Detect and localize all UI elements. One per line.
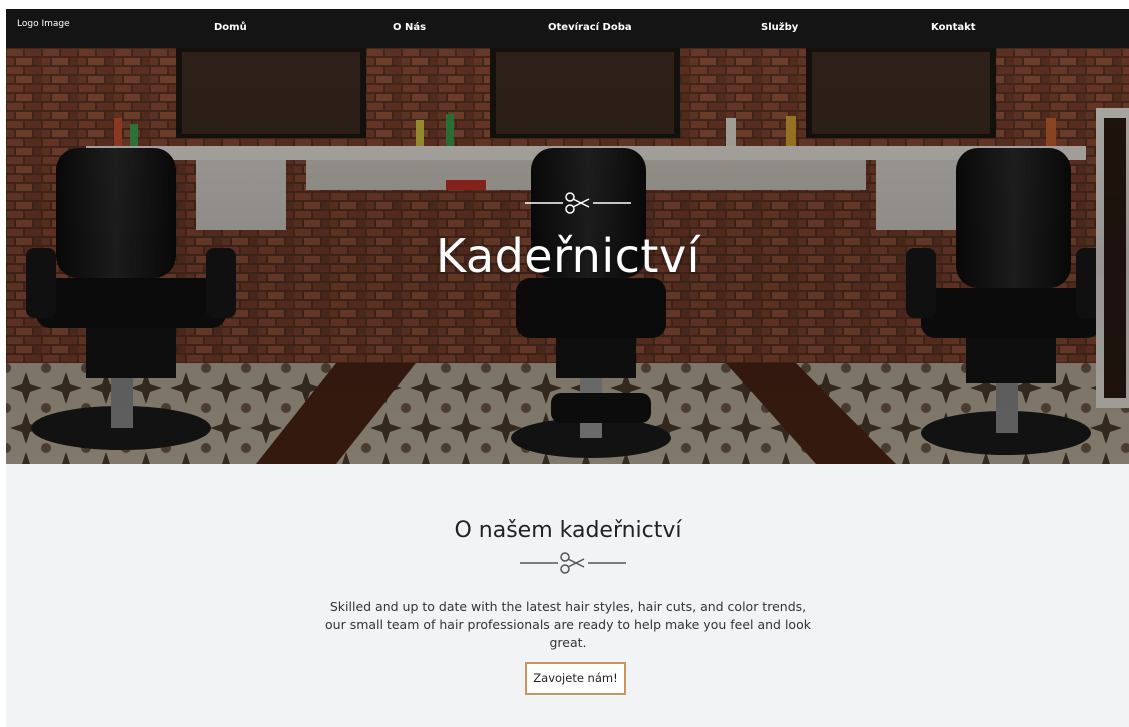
about-description: Skilled and up to date with the latest h…	[325, 599, 811, 650]
about-title: O našem kadeřnictví	[454, 518, 682, 543]
nav-item-opening-hours[interactable]: Otevírací Doba	[548, 22, 632, 34]
hero-title: Kadeřnictví	[436, 229, 700, 283]
scissors-icon	[525, 192, 631, 214]
nav-item-about[interactable]: O Nás	[393, 22, 426, 34]
nav-item-services[interactable]: Služby	[761, 22, 798, 34]
contact-us-button[interactable]: Zavojete nám!	[525, 662, 626, 695]
scissors-icon	[520, 552, 626, 574]
nav-item-contact[interactable]: Kontakt	[931, 22, 976, 34]
page: Logo Image Domů O Nás Otevírací Doba Slu…	[6, 9, 1129, 727]
logo-image[interactable]: Logo Image	[17, 19, 70, 29]
hero-banner: Kadeřnictví	[6, 48, 1129, 464]
nav-item-home[interactable]: Domů	[214, 22, 247, 34]
navbar: Logo Image Domů O Nás Otevírací Doba Slu…	[6, 9, 1129, 48]
